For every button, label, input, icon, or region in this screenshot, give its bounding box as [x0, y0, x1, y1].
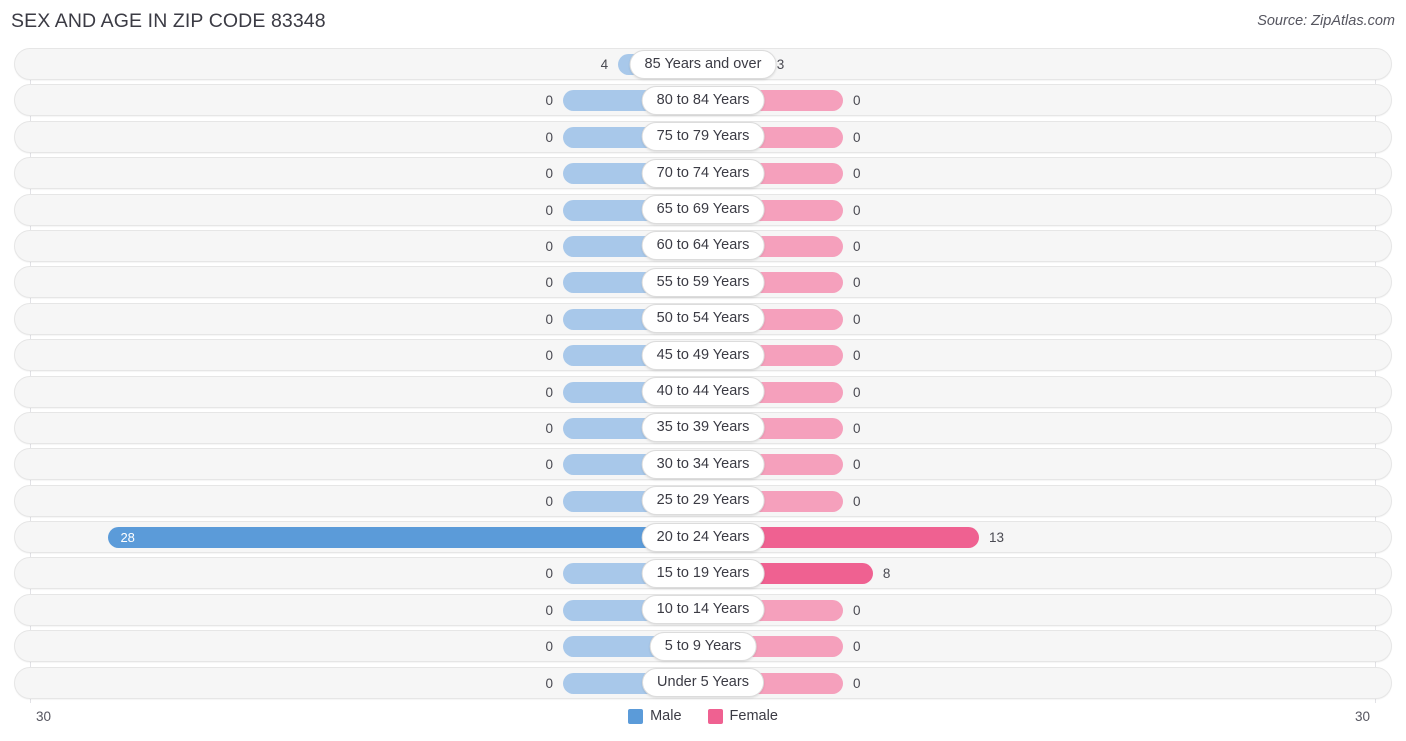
female-value-label: 0: [853, 93, 861, 109]
male-value-label: 0: [545, 93, 553, 109]
chart-page: SEX AND AGE IN ZIP CODE 83348 Source: Zi…: [0, 0, 1406, 741]
legend-item-female[interactable]: Female: [707, 708, 778, 724]
age-group-label: 15 to 19 Years: [641, 558, 765, 588]
legend-label-female: Female: [729, 708, 778, 724]
age-group-row[interactable]: 0 0 80 to 84 Years: [0, 82, 1406, 118]
female-value-label: 0: [853, 602, 861, 618]
age-group-row[interactable]: 0 0 70 to 74 Years: [0, 155, 1406, 191]
male-value-label: 0: [545, 275, 553, 291]
chart-footer: 30 30 Male Female: [0, 701, 1406, 741]
female-value-label: 0: [853, 384, 861, 400]
age-group-label: 25 to 29 Years: [641, 486, 765, 516]
age-group-row[interactable]: 0 0 25 to 29 Years: [0, 483, 1406, 519]
age-group-label: 10 to 14 Years: [641, 595, 765, 625]
chart-header: SEX AND AGE IN ZIP CODE 83348 Source: Zi…: [0, 0, 1406, 46]
age-group-label: 50 to 54 Years: [641, 304, 765, 334]
female-value-label: 0: [853, 166, 861, 182]
age-group-row[interactable]: 0 0 40 to 44 Years: [0, 374, 1406, 410]
male-value-label: 0: [545, 129, 553, 145]
female-value-label: 0: [853, 457, 861, 473]
age-group-row[interactable]: 0 0 45 to 49 Years: [0, 337, 1406, 373]
male-value-label: 0: [545, 602, 553, 618]
legend-item-male[interactable]: Male: [628, 708, 682, 724]
age-group-label: 85 Years and over: [629, 49, 777, 79]
age-group-row[interactable]: 0 0 5 to 9 Years: [0, 628, 1406, 664]
page-title: SEX AND AGE IN ZIP CODE 83348: [11, 10, 326, 32]
male-value-label: 0: [545, 238, 553, 254]
male-value-label: 0: [545, 457, 553, 473]
female-value-label: 8: [882, 566, 891, 582]
male-value-label: 0: [545, 675, 553, 691]
male-value-label: 0: [545, 348, 553, 364]
age-group-row[interactable]: 0 0 35 to 39 Years: [0, 410, 1406, 446]
female-value-label: 13: [989, 530, 1005, 546]
age-group-label: 40 to 44 Years: [641, 377, 765, 407]
male-value-label: 4: [600, 57, 609, 72]
male-value-label: 0: [545, 493, 553, 509]
male-value-label: 0: [545, 311, 553, 327]
age-group-label: 70 to 74 Years: [641, 158, 765, 188]
age-group-label: 5 to 9 Years: [649, 631, 757, 661]
age-group-row[interactable]: 0 0 65 to 69 Years: [0, 192, 1406, 228]
age-group-label: 45 to 49 Years: [641, 340, 765, 370]
age-group-rows: 4 3 85 Years and over 0 0 80 to 84 Years 0 0 75 …: [0, 46, 1406, 701]
female-value-label: 0: [853, 129, 861, 145]
source-attribution: Source: ZipAtlas.com: [1257, 13, 1395, 29]
female-value-label: 0: [853, 420, 861, 436]
female-value-label: 0: [853, 639, 861, 655]
male-color-swatch-icon: [628, 708, 644, 724]
female-value-label: 0: [853, 348, 861, 364]
male-value-label: 0: [545, 384, 553, 400]
age-group-label: 35 to 39 Years: [641, 413, 765, 443]
age-group-row[interactable]: 0 0 55 to 59 Years: [0, 264, 1406, 300]
male-bar[interactable]: [108, 527, 703, 549]
female-value-label: 3: [776, 57, 785, 72]
female-value-label: 0: [853, 202, 861, 218]
age-group-label: 80 to 84 Years: [641, 85, 765, 115]
male-value-label: 0: [545, 420, 553, 436]
age-group-label: 30 to 34 Years: [641, 449, 765, 479]
male-value-label: 0: [545, 202, 553, 218]
legend-label-male: Male: [650, 708, 682, 724]
male-value-label: 0: [545, 639, 553, 655]
age-group-row[interactable]: 0 0 60 to 64 Years: [0, 228, 1406, 264]
female-value-label: 0: [853, 275, 861, 291]
age-group-label: 20 to 24 Years: [641, 522, 765, 552]
female-value-label: 0: [853, 311, 861, 327]
female-color-swatch-icon: [707, 708, 723, 724]
age-group-row[interactable]: 0 0 10 to 14 Years: [0, 592, 1406, 628]
age-group-row[interactable]: 0 0 30 to 34 Years: [0, 446, 1406, 482]
female-value-label: 0: [853, 493, 861, 509]
chart-legend: Male Female: [0, 708, 1406, 724]
age-group-row[interactable]: 4 3 85 Years and over: [0, 46, 1406, 82]
age-group-label: 60 to 64 Years: [641, 231, 765, 261]
age-group-row[interactable]: 0 0 75 to 79 Years: [0, 119, 1406, 155]
age-group-label: 75 to 79 Years: [641, 122, 765, 152]
male-value-label: 0: [545, 566, 553, 582]
age-group-row[interactable]: 0 0 Under 5 Years: [0, 665, 1406, 701]
female-value-label: 0: [853, 675, 861, 691]
population-pyramid-plot: 4 3 85 Years and over 0 0 80 to 84 Years 0 0 75 …: [0, 46, 1406, 703]
female-value-label: 0: [853, 238, 861, 254]
age-group-label: 55 to 59 Years: [641, 267, 765, 297]
age-group-row[interactable]: 28 13 20 to 24 Years: [0, 519, 1406, 555]
male-value-label: 0: [545, 166, 553, 182]
age-group-label: 65 to 69 Years: [641, 195, 765, 225]
age-group-row[interactable]: 0 8 15 to 19 Years: [0, 555, 1406, 591]
age-group-row[interactable]: 0 0 50 to 54 Years: [0, 301, 1406, 337]
male-value-label: 28: [120, 530, 135, 546]
age-group-label: Under 5 Years: [642, 668, 764, 698]
